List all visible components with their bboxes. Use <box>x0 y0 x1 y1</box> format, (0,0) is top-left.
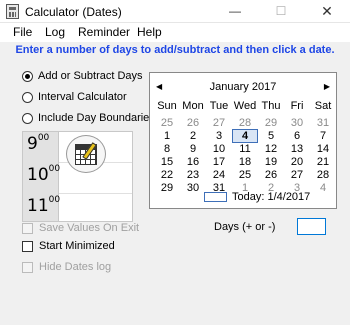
radio-label: Interval Calculator <box>38 91 127 103</box>
radio-add-subtract[interactable]: Add or Subtract Days <box>22 70 143 82</box>
calendar-day[interactable]: 23 <box>180 169 206 181</box>
month-calendar[interactable]: January 2017 ◀ ▶ Sun Mon Tue Wed Thu Fri… <box>149 72 337 209</box>
radio-label: Add or Subtract Days <box>38 70 143 82</box>
menu-file[interactable]: File <box>13 25 32 39</box>
start-minimized-checkbox[interactable]: Start Minimized <box>22 240 115 252</box>
checkbox-label: Start Minimized <box>39 240 115 252</box>
checkbox-label: Save Values On Exit <box>39 222 140 234</box>
today-label[interactable]: Today: 1/4/2017 <box>232 191 310 203</box>
checkbox-box[interactable] <box>22 222 33 234</box>
weekday-header: Sun Mon Tue Wed Thu Fri Sat <box>154 100 334 114</box>
month-title[interactable]: January 2017 <box>150 81 336 93</box>
radio-indicator[interactable] <box>22 70 33 82</box>
radio-indicator[interactable] <box>22 91 33 103</box>
save-values-checkbox[interactable]: Save Values On Exit <box>22 222 139 234</box>
hide-dates-checkbox[interactable]: Hide Dates log <box>22 261 111 273</box>
calculator-icon <box>6 4 19 19</box>
checkbox-label: Hide Dates log <box>39 261 112 273</box>
schedule-panel[interactable]: 900 1000 1100 <box>22 131 133 222</box>
calendar-day[interactable]: 24 <box>206 169 232 181</box>
menu-reminder[interactable]: Reminder <box>78 25 130 39</box>
checkbox-box[interactable] <box>22 261 33 273</box>
calendar-day[interactable]: 2 <box>180 130 206 142</box>
calendar-day[interactable]: 25 <box>154 117 180 129</box>
next-month-icon[interactable]: ▶ <box>324 82 330 91</box>
calendar-day[interactable]: 27 <box>206 117 232 129</box>
calendar-day[interactable]: 26 <box>180 117 206 129</box>
calendar-day[interactable]: 18 <box>232 156 258 168</box>
radio-day-boundaries[interactable]: Include Day Boundaries <box>22 112 155 124</box>
calendar-day[interactable]: 13 <box>284 143 310 155</box>
days-input[interactable] <box>297 218 326 235</box>
calendar-day[interactable]: 20 <box>284 156 310 168</box>
calendar-day[interactable]: 3 <box>206 130 232 142</box>
calendar-day[interactable]: 10 <box>206 143 232 155</box>
title-bar: Calculator (Dates) — ☐ ✕ <box>0 0 350 23</box>
weekday-label: Thu <box>261 100 281 112</box>
days-label: Days (+ or -) <box>214 221 276 233</box>
radio-interval[interactable]: Interval Calculator <box>22 91 127 103</box>
calendar-header: January 2017 ◀ ▶ <box>150 81 336 95</box>
calendar-day-selected[interactable]: 4 <box>232 129 258 143</box>
hour-9: 900 <box>27 133 50 154</box>
prev-month-icon[interactable]: ◀ <box>156 82 162 91</box>
window-title: Calculator (Dates) <box>25 5 122 19</box>
calendar-day[interactable]: 12 <box>258 143 284 155</box>
minimize-button[interactable]: — <box>212 0 258 23</box>
calendar-day[interactable]: 22 <box>154 169 180 181</box>
weekday-label: Fri <box>290 100 304 112</box>
calendar-day[interactable]: 21 <box>310 156 336 168</box>
weekday-label: Sat <box>314 100 332 112</box>
calendar-day[interactable]: 28 <box>310 169 336 181</box>
calendar-day[interactable]: 16 <box>180 156 206 168</box>
radio-label: Include Day Boundaries <box>38 112 155 124</box>
calendar-pen-icon <box>66 135 106 173</box>
calendar-day[interactable]: 30 <box>284 117 310 129</box>
maximize-button[interactable]: ☐ <box>258 0 304 23</box>
week-row: 22 23 24 25 26 27 28 <box>154 169 334 182</box>
calendar-day[interactable]: 11 <box>232 143 258 155</box>
calendar-day[interactable]: 27 <box>284 169 310 181</box>
calendar-day[interactable]: 15 <box>154 156 180 168</box>
calendar-day[interactable]: 29 <box>258 117 284 129</box>
week-row: 15 16 17 18 19 20 21 <box>154 156 334 169</box>
calendar-day[interactable]: 14 <box>310 143 336 155</box>
calendar-day[interactable]: 28 <box>232 117 258 129</box>
today-link[interactable]: Today: 1/4/2017 <box>150 191 336 205</box>
divider <box>59 193 132 194</box>
today-marker <box>204 192 227 202</box>
weekday-label: Wed <box>233 100 257 112</box>
calendar-day[interactable]: 7 <box>310 130 336 142</box>
hour-10: 1000 <box>27 164 61 185</box>
calendar-day[interactable]: 9 <box>180 143 206 155</box>
calendar-day[interactable]: 1 <box>154 130 180 142</box>
calendar-day[interactable]: 8 <box>154 143 180 155</box>
calendar-day[interactable]: 26 <box>258 169 284 181</box>
menu-log[interactable]: Log <box>45 25 65 39</box>
radio-indicator[interactable] <box>22 112 33 124</box>
calendar-day[interactable]: 6 <box>284 130 310 142</box>
calendar-day[interactable]: 5 <box>258 130 284 142</box>
calendar-day[interactable]: 31 <box>310 117 336 129</box>
calendar-day[interactable]: 25 <box>232 169 258 181</box>
week-row: 8 9 10 11 12 13 14 <box>154 143 334 156</box>
checkbox-box[interactable] <box>22 240 33 252</box>
calendar-day[interactable]: 17 <box>206 156 232 168</box>
menu-bar: File Log Reminder Help <box>0 23 350 42</box>
weekday-label: Sun <box>157 100 177 112</box>
weekday-label: Tue <box>209 100 229 112</box>
weekday-label: Mon <box>182 100 204 112</box>
instruction-text: Enter a number of days to add/subtract a… <box>15 44 335 56</box>
week-row: 1 2 3 4 5 6 7 <box>154 129 336 143</box>
menu-help[interactable]: Help <box>137 25 162 39</box>
calendar-day[interactable]: 19 <box>258 156 284 168</box>
close-button[interactable]: ✕ <box>304 0 350 23</box>
hour-11: 1100 <box>27 195 61 216</box>
